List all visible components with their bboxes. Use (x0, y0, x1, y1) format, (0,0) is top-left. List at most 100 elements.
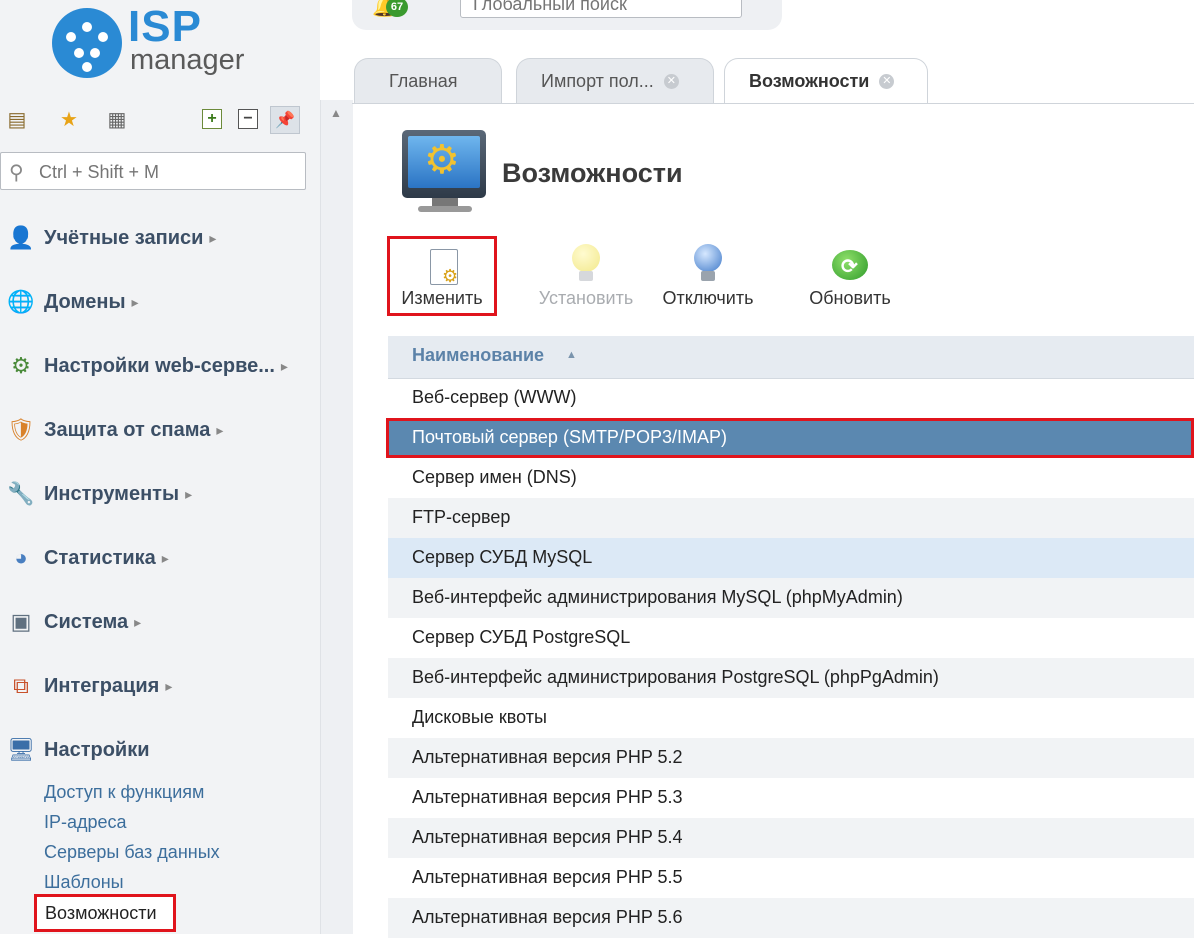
logo-mark-icon (52, 8, 122, 78)
table-header[interactable]: Наименование ▲ (388, 336, 1194, 379)
sidebar-item-label: Статистика (44, 546, 156, 569)
tools-icon: 🔧 (7, 481, 35, 506)
global-search-input[interactable] (471, 0, 735, 17)
menu-search-input[interactable] (37, 158, 301, 186)
scroll-up-icon[interactable]: ▲ (330, 106, 342, 120)
tab-close-icon[interactable]: ✕ (663, 74, 679, 89)
row-label: Веб-интерфейс администрирования PostgreS… (412, 667, 939, 687)
row-label: FTP-сервер (412, 507, 511, 527)
disable-button[interactable]: Отключить (652, 236, 764, 316)
tab-import[interactable]: Импорт пол... ✕ (516, 58, 714, 104)
user-accounts-icon: 👤 (7, 225, 35, 250)
tab-close-icon[interactable]: ✕ (879, 74, 895, 89)
row-label: Альтернативная версия PHP 5.2 (412, 747, 683, 767)
refresh-button[interactable]: ⟳ Обновить (796, 236, 904, 316)
sidebar-item-system[interactable]: ▣ Система ▸ (0, 602, 320, 642)
table-row[interactable]: Сервер имен (DNS) (388, 458, 1194, 498)
sidebar-item-label: Защита от спама (44, 418, 211, 441)
table-row[interactable]: Сервер СУБД MySQL (388, 538, 1194, 578)
sidebar-subitem-database-servers[interactable]: Серверы баз данных (44, 842, 220, 863)
sidebar-item-settings[interactable]: 🖥 Настройки (0, 730, 320, 770)
sidebar-item-label: Инструменты (44, 482, 180, 505)
action-label: Изменить (401, 288, 483, 308)
table-row[interactable]: Сервер СУБД PostgreSQL (388, 618, 1194, 658)
sidebar-item-label: Учётные записи (44, 226, 204, 249)
row-label: Сервер СУБД PostgreSQL (412, 627, 631, 647)
table-row[interactable]: Альтернативная версия PHP 5.5 (388, 858, 1194, 898)
table-row-selected[interactable]: Почтовый сервер (SMTP/POP3/IMAP) (386, 418, 1194, 458)
web-settings-icon: ⚙ (11, 353, 31, 378)
menu-search-field[interactable]: ⚲ (0, 152, 306, 190)
sidebar-item-statistics[interactable]: ◕ Статистика ▸ (0, 538, 320, 578)
global-search-field[interactable] (460, 0, 742, 18)
panel-splitter[interactable]: ▲ (320, 100, 353, 934)
sidebar-item-integration[interactable]: ⧉ Интеграция ▸ (0, 666, 320, 706)
expand-arrow-icon: ▸ (216, 421, 224, 438)
refresh-icon: ⟳ (830, 244, 870, 284)
isp-manager-logo[interactable]: ISP manager (52, 2, 252, 84)
row-label: Альтернативная версия PHP 5.4 (412, 827, 683, 847)
tab-label: Возможности (749, 71, 870, 91)
tab-label: Главная (389, 71, 458, 91)
globe-icon: 🌐 (7, 289, 35, 314)
pie-chart-icon: ◕ (14, 545, 28, 570)
expand-arrow-icon: ▸ (165, 677, 173, 694)
expand-arrow-icon: ▸ (185, 485, 193, 502)
install-button[interactable]: Установить (530, 236, 642, 316)
pin-icon[interactable]: 📌 (270, 106, 300, 134)
sidebar-item-label: Настройки (44, 738, 150, 761)
top-bar: 🔔 67 (352, 0, 782, 30)
lightbulb-on-icon (566, 244, 606, 284)
tab-features[interactable]: Возможности ✕ (724, 58, 928, 104)
sidebar-item-label: Домены (44, 290, 126, 313)
expand-arrow-icon: ▸ (280, 357, 288, 374)
sidebar-subitem-ip-addresses[interactable]: IP-адреса (44, 812, 127, 833)
favorites-star-icon[interactable]: ★ (56, 106, 82, 132)
sidebar-item-accounts[interactable]: 👤 Учётные записи ▸ (0, 218, 320, 258)
sidebar: ISP manager ▤ ★ ▦ + − 📌 ⚲ 👤 Учётные запи… (0, 0, 320, 934)
sidebar-subitem-function-access[interactable]: Доступ к функциям (44, 782, 204, 803)
table-row[interactable]: Веб-интерфейс администрирования MySQL (p… (388, 578, 1194, 618)
table-row[interactable]: Альтернативная версия PHP 5.2 (388, 738, 1194, 778)
tab-underline (352, 103, 1194, 104)
search-icon: ⚲ (9, 162, 24, 184)
sidebar-subitem-templates[interactable]: Шаблоны (44, 872, 124, 893)
sidebar-subitem-features[interactable]: Возможности (34, 894, 176, 932)
table-row[interactable]: Веб-сервер (WWW) (388, 378, 1194, 418)
settings-monitor-icon: 🖥 (7, 737, 35, 762)
table-row[interactable]: Альтернативная версия PHP 5.3 (388, 778, 1194, 818)
table-row[interactable]: FTP-сервер (388, 498, 1194, 538)
sidebar-item-web-settings[interactable]: ⚙ Настройки web-серве... ▸ (0, 346, 320, 386)
action-label: Установить (538, 288, 634, 308)
row-label: Дисковые квоты (412, 707, 547, 727)
notifications-button[interactable]: 🔔 67 (372, 0, 412, 24)
tab-home[interactable]: Главная (354, 58, 502, 104)
row-label: Альтернативная версия PHP 5.5 (412, 867, 683, 887)
edit-button[interactable]: ⚙ Изменить (387, 236, 497, 316)
sidebar-subitem-label: Возможности (45, 903, 157, 923)
table-row[interactable]: Альтернативная версия PHP 5.6 (388, 898, 1194, 938)
table-row[interactable]: Альтернативная версия PHP 5.4 (388, 818, 1194, 858)
collapse-all-icon[interactable]: − (238, 109, 258, 129)
table-row[interactable]: Дисковые квоты (388, 698, 1194, 738)
sidebar-item-label: Система (44, 610, 129, 633)
page-title: Возможности (502, 158, 683, 188)
row-label: Почтовый сервер (SMTP/POP3/IMAP) (412, 427, 727, 447)
features-page-icon: ⚙ (402, 130, 488, 216)
clipboard-icon[interactable]: ▦ (104, 106, 130, 132)
sidebar-item-tools[interactable]: 🔧 Инструменты ▸ (0, 474, 320, 514)
sidebar-item-domains[interactable]: 🌐 Домены ▸ (0, 282, 320, 322)
table-row[interactable]: Веб-интерфейс администрирования PostgreS… (388, 658, 1194, 698)
expand-all-icon[interactable]: + (202, 109, 222, 129)
lightbulb-off-icon (688, 244, 728, 284)
tab-label: Импорт пол... (541, 71, 654, 91)
sidebar-item-spam-protection[interactable]: 🛡 Защита от спама ▸ (0, 410, 320, 450)
expand-arrow-icon: ▸ (131, 293, 139, 310)
row-label: Сервер СУБД MySQL (412, 547, 593, 567)
edit-document-icon: ⚙ (422, 247, 462, 287)
system-icon: ▣ (10, 609, 32, 634)
column-header-name[interactable]: Наименование (412, 345, 544, 366)
row-label: Веб-сервер (WWW) (412, 387, 577, 407)
notification-count-badge: 67 (386, 0, 408, 17)
tree-view-icon[interactable]: ▤ (4, 106, 30, 132)
